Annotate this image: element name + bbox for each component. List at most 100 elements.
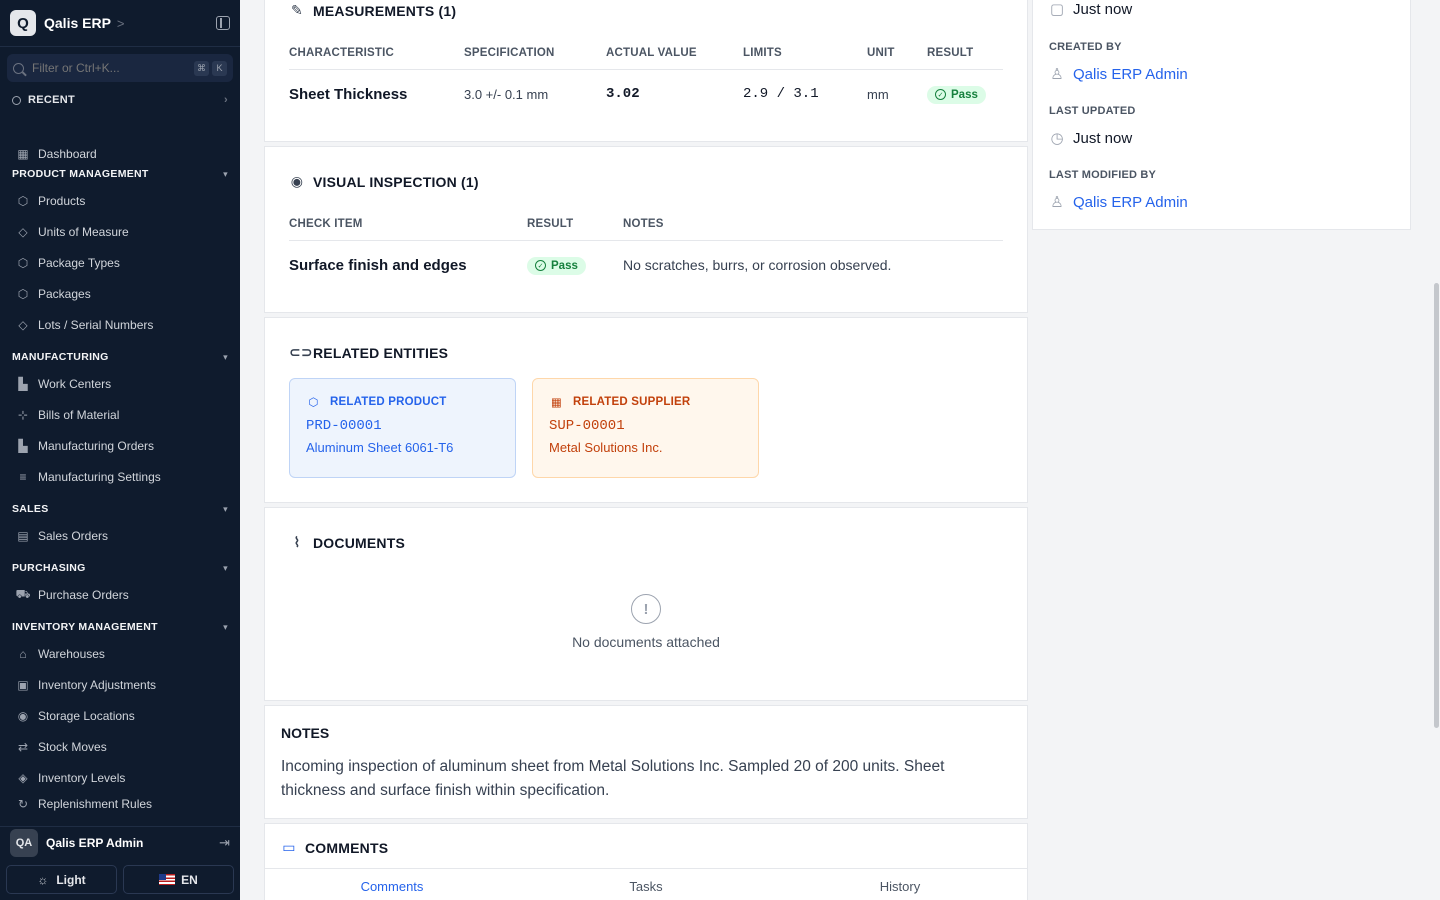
comments-card: ▭ COMMENTS Comments Tasks History (264, 823, 1028, 900)
related-supplier-name[interactable]: Metal Solutions Inc. (549, 440, 742, 455)
sidebar-item-inventory-levels[interactable]: ◈ Inventory Levels (0, 762, 240, 793)
sidebar-item-label: Replenishment Rules (38, 797, 153, 811)
related-product-label: ⬡ RELATED PRODUCT (306, 395, 499, 409)
created-by-label: CREATED BY (1049, 41, 1122, 53)
section-label: PURCHASING (12, 562, 86, 574)
related-entities-title: ⊂⊃ RELATED ENTITIES (289, 344, 448, 361)
sidebar-item-work-centers[interactable]: ▙ Work Centers (0, 368, 240, 399)
last-modified-by-link[interactable]: Qalis ERP Admin (1073, 194, 1188, 211)
sidebar-item-label: Inventory Adjustments (38, 677, 157, 692)
chevron-right-icon: › (224, 94, 228, 106)
alert-circle-icon: ! (631, 594, 661, 624)
related-product-name[interactable]: Aluminum Sheet 6061-T6 (306, 440, 499, 455)
app-logo[interactable]: Q (10, 10, 36, 36)
search-input[interactable] (32, 61, 172, 75)
specification-cell: 3.0 +/- 0.1 mm (464, 86, 549, 102)
section-inventory-management[interactable]: INVENTORY MANAGEMENT ▾ (0, 616, 240, 638)
sidebar-item-label: Bills of Material (38, 407, 120, 422)
sidebar-collapse-icon[interactable] (216, 16, 230, 30)
avatar[interactable]: QA (10, 828, 38, 857)
related-supplier-card[interactable]: ▦ RELATED SUPPLIER SUP-00001 Metal Soluti… (532, 378, 759, 478)
map-pin-icon: ◉ (17, 708, 29, 723)
sidebar-item-label: Stock Moves (38, 739, 107, 754)
related-product-card[interactable]: ⬡ RELATED PRODUCT PRD-00001 Aluminum Shee… (289, 378, 516, 478)
col-limits: LIMITS (743, 37, 867, 70)
scrollbar-thumb[interactable] (1434, 283, 1439, 728)
related-supplier-code[interactable]: SUP-00001 (549, 418, 742, 434)
sidebar-item-label: Lots / Serial Numbers (38, 317, 154, 332)
app-name[interactable]: Qalis ERP (44, 15, 111, 31)
col-result: RESULT (527, 208, 623, 241)
sidebar-item-manufacturing-settings[interactable]: ≡ Manufacturing Settings (0, 461, 240, 492)
sidebar-item-inventory-adjustments[interactable]: ▣ Inventory Adjustments (0, 669, 240, 700)
scrollbar[interactable] (1432, 0, 1440, 900)
col-result: RESULT (927, 37, 1003, 70)
sidebar-item-manufacturing-orders[interactable]: ▙ Manufacturing Orders (0, 430, 240, 461)
notes-cell: No scratches, burrs, or corrosion observ… (623, 257, 892, 274)
sidebar-item-replenishment-rules[interactable]: ↻ Replenishment Rules (0, 793, 240, 815)
section-purchasing[interactable]: PURCHASING ▾ (0, 557, 240, 579)
sidebar-item-lots-serial[interactable]: ◇ Lots / Serial Numbers (0, 309, 240, 340)
check-circle-icon: ✓ (935, 89, 946, 101)
last-modified-by: ♙ Qalis ERP Admin (1049, 193, 1188, 212)
keyboard-shortcut: ⌘ K (194, 60, 227, 76)
theme-toggle-button[interactable]: ☼ Light (6, 865, 117, 894)
related-title-text: RELATED ENTITIES (313, 344, 449, 361)
limits-cell: 2.9 / 3.1 (743, 86, 819, 103)
document-icon: ▤ (17, 528, 29, 543)
last-updated-label: LAST UPDATED (1049, 105, 1136, 117)
user-name[interactable]: Qalis ERP Admin (46, 836, 143, 850)
sidebar-item-sales-orders[interactable]: ▤ Sales Orders (0, 520, 240, 551)
col-notes: NOTES (623, 208, 1003, 241)
section-manufacturing[interactable]: MANUFACTURING ▾ (0, 346, 240, 368)
section-product-management[interactable]: PRODUCT MANAGEMENT ▾ (0, 163, 240, 185)
related-product-label-text: RELATED PRODUCT (330, 396, 447, 408)
chevron-right-icon[interactable]: > (117, 16, 125, 31)
sidebar-item-stock-moves[interactable]: ⇄ Stock Moves (0, 731, 240, 762)
chevron-down-icon: ▾ (223, 351, 228, 362)
sidebar-item-label: Work Centers (38, 376, 112, 391)
sidebar-item-units-of-measure[interactable]: ◇ Units of Measure (0, 216, 240, 247)
clipboard-icon: ▣ (17, 677, 29, 692)
notes-title: NOTES (281, 725, 330, 741)
sidebar-item-products[interactable]: ⬡ Products (0, 185, 240, 216)
table-header-row: CHARACTERISTIC SPECIFICATION ACTUAL VALU… (289, 37, 1003, 70)
sidebar: Q Qalis ERP > ⌘ K RECENT › ▦ Dashboard PR… (0, 0, 240, 900)
measurements-card: ✎ MEASUREMENTS (1) CHARACTERISTIC SPECIFI… (264, 0, 1028, 142)
col-actual-value: ACTUAL VALUE (606, 37, 743, 70)
logout-icon[interactable]: ⇥ (219, 835, 230, 851)
sidebar-item-storage-locations[interactable]: ◉ Storage Locations (0, 700, 240, 731)
hierarchy-icon: ⊹ (17, 407, 29, 422)
col-unit: UNIT (867, 37, 927, 70)
created-by-link[interactable]: Qalis ERP Admin (1073, 66, 1188, 83)
comments-tabs: Comments Tasks History (265, 868, 1027, 894)
language-button[interactable]: EN (123, 865, 234, 894)
eye-icon: ◉ (290, 173, 304, 189)
measurements-title: ✎ MEASUREMENTS (1) (289, 2, 456, 19)
sliders-icon: ≡ (19, 469, 27, 484)
tab-history[interactable]: History (773, 869, 1027, 894)
chat-icon: ▭ (282, 839, 296, 855)
calendar-icon: ▢ (1049, 1, 1065, 18)
sidebar-item-label: Packages (38, 286, 91, 301)
link-icon: ⊂⊃ (289, 344, 313, 360)
sidebar-item-label: Inventory Levels (38, 770, 126, 785)
sidebar-item-package-types[interactable]: ⬡ Package Types (0, 247, 240, 278)
tab-comments[interactable]: Comments (265, 869, 519, 894)
recent-section[interactable]: RECENT › (0, 90, 240, 110)
sidebar-item-packages[interactable]: ⬡ Packages (0, 278, 240, 309)
related-product-code[interactable]: PRD-00001 (306, 418, 499, 434)
chevron-down-icon: ▾ (223, 621, 228, 632)
last-updated-value: Just now (1073, 129, 1133, 147)
tab-tasks[interactable]: Tasks (519, 869, 773, 894)
result-cell: ✓ Pass (927, 69, 1003, 119)
section-sales[interactable]: SALES ▾ (0, 498, 240, 520)
ruler-icon: ◇ (18, 224, 28, 239)
sidebar-search[interactable]: ⌘ K (7, 54, 233, 82)
documents-title-text: DOCUMENTS (313, 534, 406, 551)
sidebar-item-bills-of-material[interactable]: ⊹ Bills of Material (0, 399, 240, 430)
check-item-cell: Surface finish and edges (289, 256, 467, 274)
sidebar-item-purchase-orders[interactable]: ⛟ Purchase Orders (0, 579, 240, 610)
documents-card: ⌇ DOCUMENTS ! No documents attached (264, 507, 1028, 701)
sidebar-item-warehouses[interactable]: ⌂ Warehouses (0, 638, 240, 669)
